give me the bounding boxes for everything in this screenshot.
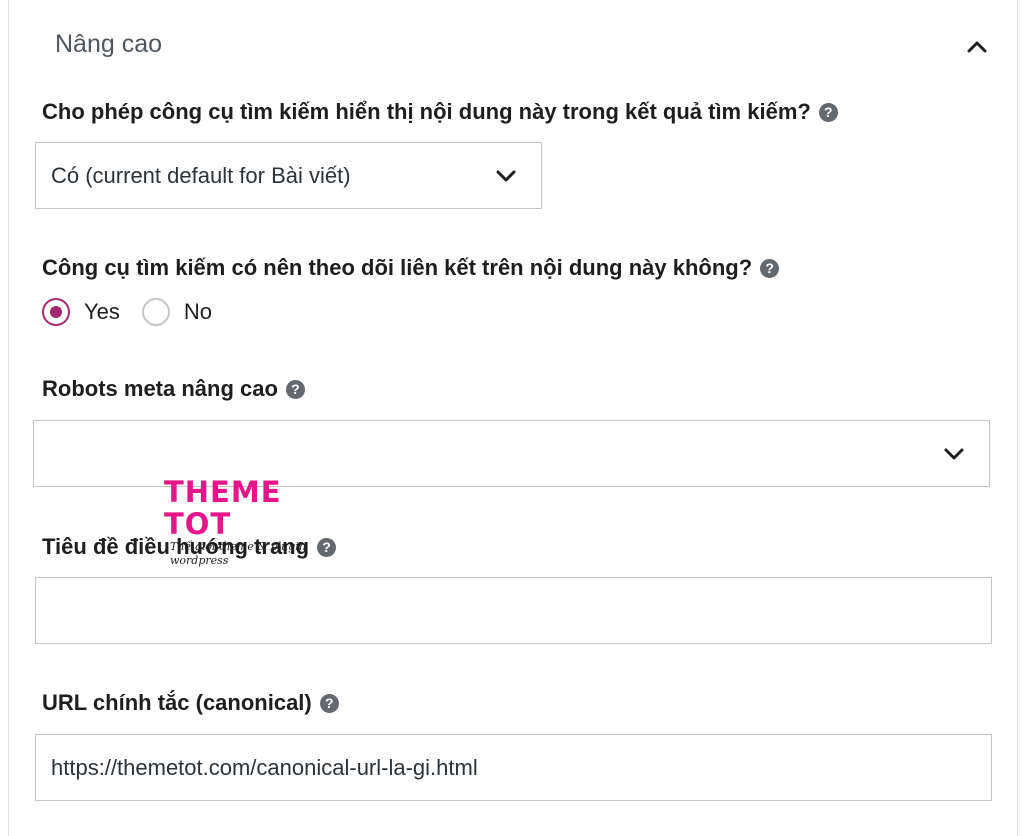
watermark-title: THEME TOT xyxy=(164,475,282,541)
radio-yes-label: Yes xyxy=(84,299,120,324)
section-title: Nâng cao xyxy=(55,30,163,58)
search-visibility-label-text: Cho phép công cụ tìm kiếm hiển thị nội d… xyxy=(42,99,811,124)
radio-no-label: No xyxy=(183,299,213,324)
chevron-down-icon xyxy=(944,448,964,459)
radio-option-yes[interactable]: Yes xyxy=(42,298,120,326)
help-icon[interactable]: ? xyxy=(319,693,339,713)
follow-links-label: Công cụ tìm kiếm có nên theo dõi liên kế… xyxy=(42,255,780,281)
search-visibility-label: Cho phép công cụ tìm kiếm hiển thị nội d… xyxy=(42,99,838,125)
search-visibility-selected: Có (current default for Bài viết) xyxy=(51,162,351,188)
advanced-settings-panel: Nâng cao Cho phép công cụ tìm kiếm hiển … xyxy=(8,0,1018,836)
watermark-logo: THEME TOT Thế giới theme & plugin wordpr… xyxy=(164,476,354,567)
watermark-subtitle: Thế giới theme & plugin wordpress xyxy=(170,540,306,567)
breadcrumb-title-input[interactable] xyxy=(35,577,992,644)
chevron-down-icon xyxy=(496,170,516,181)
radio-no[interactable] xyxy=(141,298,170,326)
canonical-url-input[interactable]: https://themetot.com/canonical-url-la-gi… xyxy=(35,734,992,801)
robots-meta-label-text: Robots meta nâng cao xyxy=(42,376,278,401)
help-icon[interactable]: ? xyxy=(285,379,305,399)
help-icon[interactable]: ? xyxy=(818,102,838,122)
follow-links-label-text: Công cụ tìm kiếm có nên theo dõi liên kế… xyxy=(42,255,753,280)
help-icon[interactable]: ? xyxy=(760,258,780,278)
collapse-button[interactable] xyxy=(959,30,995,64)
robots-meta-label: Robots meta nâng cao ? xyxy=(42,376,305,402)
search-visibility-select[interactable]: Có (current default for Bài viết) xyxy=(35,142,542,209)
radio-yes[interactable] xyxy=(42,298,70,326)
canonical-url-label-text: URL chính tắc (canonical) xyxy=(42,690,312,715)
chevron-up-icon xyxy=(967,41,987,53)
canonical-url-label: URL chính tắc (canonical) ? xyxy=(42,690,339,716)
follow-links-radio-group: Yes No xyxy=(42,298,226,326)
radio-option-no[interactable]: No xyxy=(141,298,213,326)
